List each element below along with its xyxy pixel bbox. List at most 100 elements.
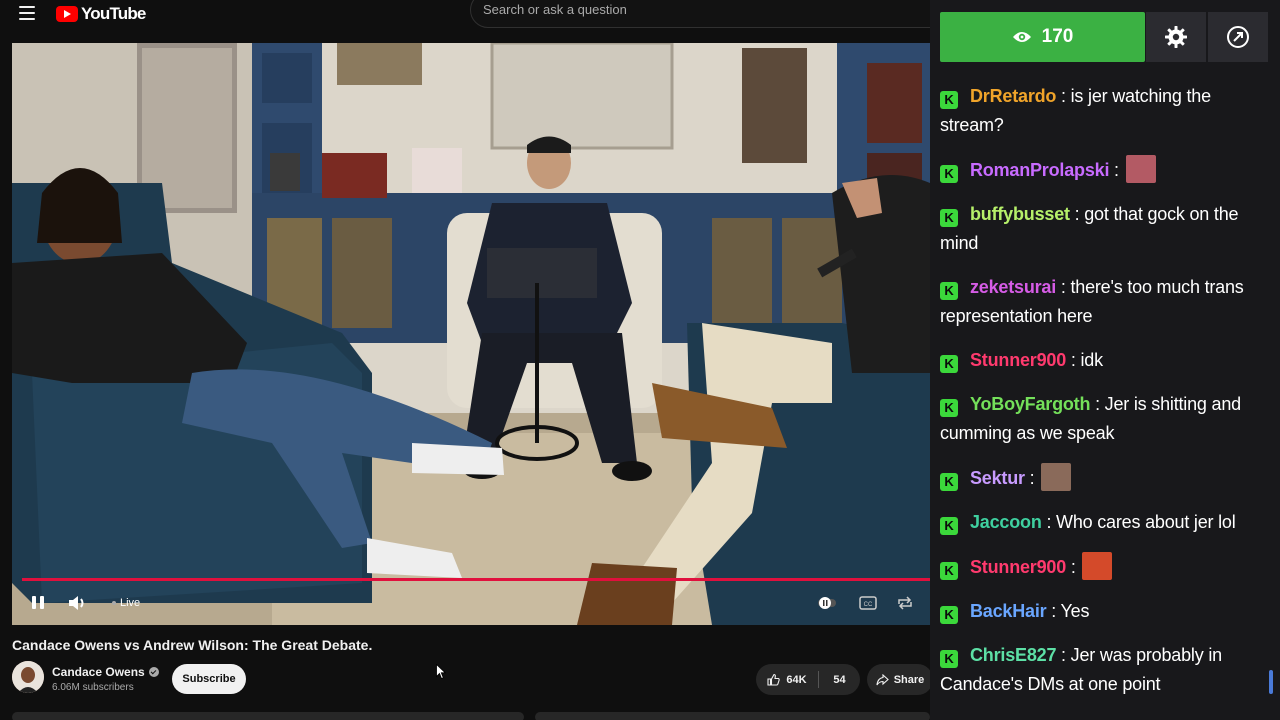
chat-separator: : xyxy=(1066,350,1081,370)
chat-username[interactable]: RomanProlapski xyxy=(970,160,1109,180)
chat-username[interactable]: YoBoyFargoth xyxy=(970,394,1090,414)
channel-name[interactable]: Candace Owens xyxy=(52,665,159,679)
live-indicator[interactable]: Live xyxy=(112,597,140,609)
volume-icon xyxy=(69,596,84,610)
chat-separator: : xyxy=(1041,512,1057,532)
chat-username[interactable]: Stunner900 xyxy=(970,557,1066,577)
chat-separator: : xyxy=(1066,557,1081,577)
volume-button[interactable] xyxy=(66,594,88,612)
chat-message: K Stunner900 : xyxy=(940,552,1270,582)
verified-icon xyxy=(148,667,159,677)
youtube-logo-text: YouTube xyxy=(81,4,146,23)
page: YouTube Search or ask a question Live CC… xyxy=(0,0,1280,720)
thumbs-up-icon xyxy=(767,673,781,686)
captions-button[interactable]: CC xyxy=(859,596,877,610)
description-card[interactable] xyxy=(12,712,524,720)
comments-card[interactable] xyxy=(535,712,930,720)
chat-message: K ChrisE827 : Jer was probably in Candace… xyxy=(940,641,1270,699)
chat-separator: : xyxy=(1024,468,1040,488)
mouse-cursor-icon xyxy=(436,664,446,680)
video-player[interactable]: Live CC xyxy=(12,43,930,625)
chat-separator: : xyxy=(1090,394,1105,414)
chat-message: K Jaccoon : Who cares about jer lol xyxy=(940,508,1270,537)
chat-message: K BackHair : Yes xyxy=(940,597,1270,626)
progress-bar[interactable] xyxy=(22,578,930,581)
captions-icon: CC xyxy=(859,596,877,610)
youtube-play-icon xyxy=(56,6,78,22)
avatar-image xyxy=(12,661,44,693)
kick-badge-icon: K xyxy=(940,606,958,624)
live-label: Live xyxy=(120,597,141,609)
chat-separator: : xyxy=(1056,86,1071,106)
loop-button[interactable] xyxy=(896,596,914,610)
chat-username[interactable]: zeketsurai xyxy=(970,277,1056,297)
share-label: Share xyxy=(893,673,925,686)
settings-button[interactable] xyxy=(1146,12,1206,62)
kick-badge-icon: K xyxy=(940,562,958,580)
rocket-icon xyxy=(1227,26,1249,48)
chat-username[interactable]: buffybusset xyxy=(970,204,1070,224)
like-count: 64K xyxy=(786,673,807,686)
eye-icon xyxy=(1012,32,1031,42)
chat-messages: K DrRetardo : is jer watching the stream?… xyxy=(940,82,1270,714)
chat-separator: : xyxy=(1109,160,1124,180)
subscribe-button[interactable]: Subscribe xyxy=(172,664,246,694)
chat-emote-icon xyxy=(1125,155,1156,183)
chat-username[interactable]: BackHair xyxy=(970,601,1047,621)
channel-name-text: Candace Owens xyxy=(52,665,145,679)
kick-badge-icon: K xyxy=(940,473,958,491)
dislike-count: 54 xyxy=(833,673,846,686)
search-input[interactable] xyxy=(483,2,903,17)
share-icon xyxy=(876,673,889,685)
menu-icon[interactable] xyxy=(19,6,35,20)
chat-panel: 170 K DrRetardo: is jer watching the st… xyxy=(930,0,1280,720)
chat-message: K DrRetardo : is jer watching the stream? xyxy=(940,82,1270,140)
chat-separator: : xyxy=(1069,204,1085,224)
kick-badge-icon: K xyxy=(940,399,958,417)
chat-message: K YoBoyFargoth : Jer is shitting and cumm… xyxy=(940,390,1270,448)
kick-badge-icon: K xyxy=(940,517,958,535)
kick-badge-icon: K xyxy=(940,91,958,109)
chat-separator: : xyxy=(1046,601,1061,621)
chat-emote-icon xyxy=(1082,552,1113,580)
chat-message: Kbuffybusset : got that gock on the mind xyxy=(940,200,1270,258)
chat-username[interactable]: Sektur xyxy=(970,468,1025,488)
like-dislike-group: 64K 54 xyxy=(756,664,860,695)
share-button[interactable]: Share xyxy=(867,664,933,695)
autoplay-toggle[interactable] xyxy=(818,596,836,610)
viewer-count-box[interactable]: 170 xyxy=(940,12,1145,62)
video-title: Candace Owens vs Andrew Wilson: The Grea… xyxy=(12,637,373,653)
chat-message: K Sektur : xyxy=(940,463,1270,493)
chat-username[interactable]: DrRetardo xyxy=(970,86,1056,106)
chat-separator: : xyxy=(1056,277,1071,297)
youtube-logo[interactable]: YouTube xyxy=(56,4,146,24)
chat-text: Yes xyxy=(1060,601,1090,621)
svg-text:CC: CC xyxy=(864,602,873,608)
loop-icon xyxy=(898,596,912,610)
chat-text: Who cares about jer lol xyxy=(1056,512,1236,532)
search-box xyxy=(470,0,950,28)
autoplay-icon xyxy=(818,597,836,609)
kick-badge-icon: K xyxy=(940,650,958,668)
chat-username[interactable]: ChrisE827 xyxy=(970,645,1056,665)
chat-message: Kzeketsurai : there's too much trans rep… xyxy=(940,273,1270,331)
kick-badge-icon: K xyxy=(940,355,958,373)
gear-icon xyxy=(1165,26,1187,48)
chat-message: K RomanProlapski : xyxy=(940,155,1270,185)
subscriber-count: 6.06M subscribers xyxy=(52,682,134,693)
channel-avatar[interactable] xyxy=(12,661,44,693)
chat-username[interactable]: Stunner900 xyxy=(970,350,1066,370)
popout-chat-button[interactable] xyxy=(1208,12,1268,62)
kick-badge-icon: K xyxy=(940,282,958,300)
pause-button[interactable] xyxy=(30,594,46,610)
chat-emote-icon xyxy=(1041,463,1072,491)
dislike-button[interactable]: 54 xyxy=(819,664,860,695)
live-dot-icon xyxy=(112,601,116,605)
chat-scrollbar[interactable] xyxy=(1269,670,1273,694)
chat-text: idk xyxy=(1080,350,1103,370)
chat-username[interactable]: Jaccoon xyxy=(970,512,1042,532)
viewer-count: 170 xyxy=(1041,26,1074,47)
like-button[interactable]: 64K xyxy=(756,664,818,695)
youtube-topbar: YouTube xyxy=(0,0,950,28)
kick-badge-icon: K xyxy=(940,165,958,183)
